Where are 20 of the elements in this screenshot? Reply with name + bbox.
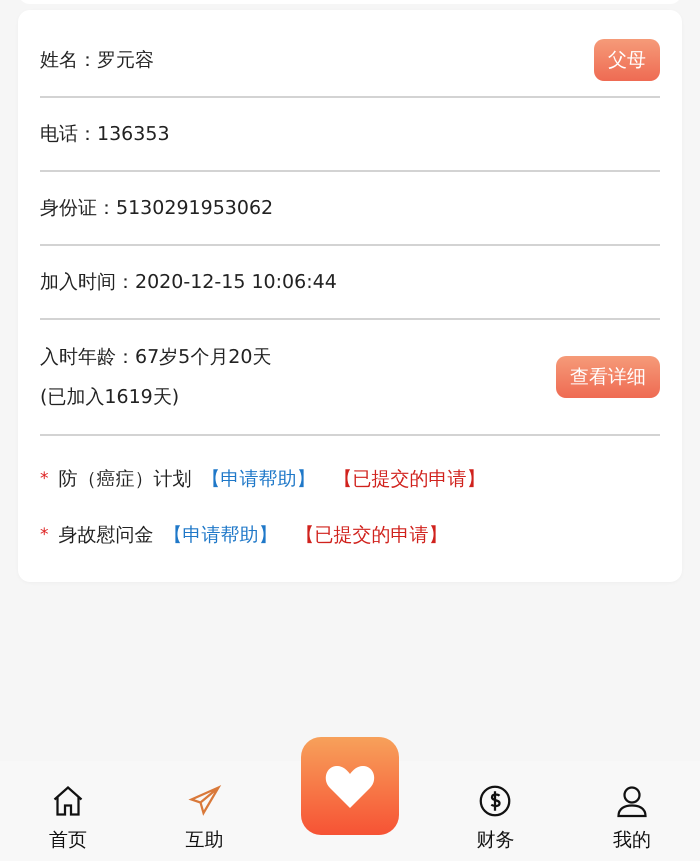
field-text: 姓名：罗元容 (40, 48, 154, 73)
field-text: 加入时间：2020-12-15 10:06:44 (40, 270, 337, 295)
required-mark: * (40, 469, 48, 489)
field-text: 电话：136353 (40, 122, 170, 147)
benefit-name: 防（癌症）计划 (58, 467, 192, 492)
submitted-link[interactable]: 【已提交的申请】 (334, 466, 486, 492)
apply-link[interactable]: 【申请帮助】 (202, 466, 316, 492)
field-text: 身份证：5130291953062 (40, 196, 274, 221)
nav-tab[interactable]: 我的 (592, 783, 672, 853)
required-mark: * (40, 525, 48, 545)
heart-button[interactable] (300, 737, 399, 835)
dollar-icon (477, 783, 514, 819)
nav-tab[interactable]: 财务 (455, 783, 536, 853)
nav-tab[interactable]: 首页 (28, 783, 108, 853)
note-text: (已加入1619天) (40, 385, 180, 410)
submitted-link[interactable]: 【已提交的申请】 (296, 522, 448, 548)
benefit-name: 身故慰问金 (58, 523, 154, 548)
apply-link[interactable]: 【申请帮助】 (164, 522, 278, 548)
nav-tab[interactable]: 互助 (164, 783, 245, 853)
field-text: 入时年龄：67岁5个月20天 (40, 345, 272, 370)
